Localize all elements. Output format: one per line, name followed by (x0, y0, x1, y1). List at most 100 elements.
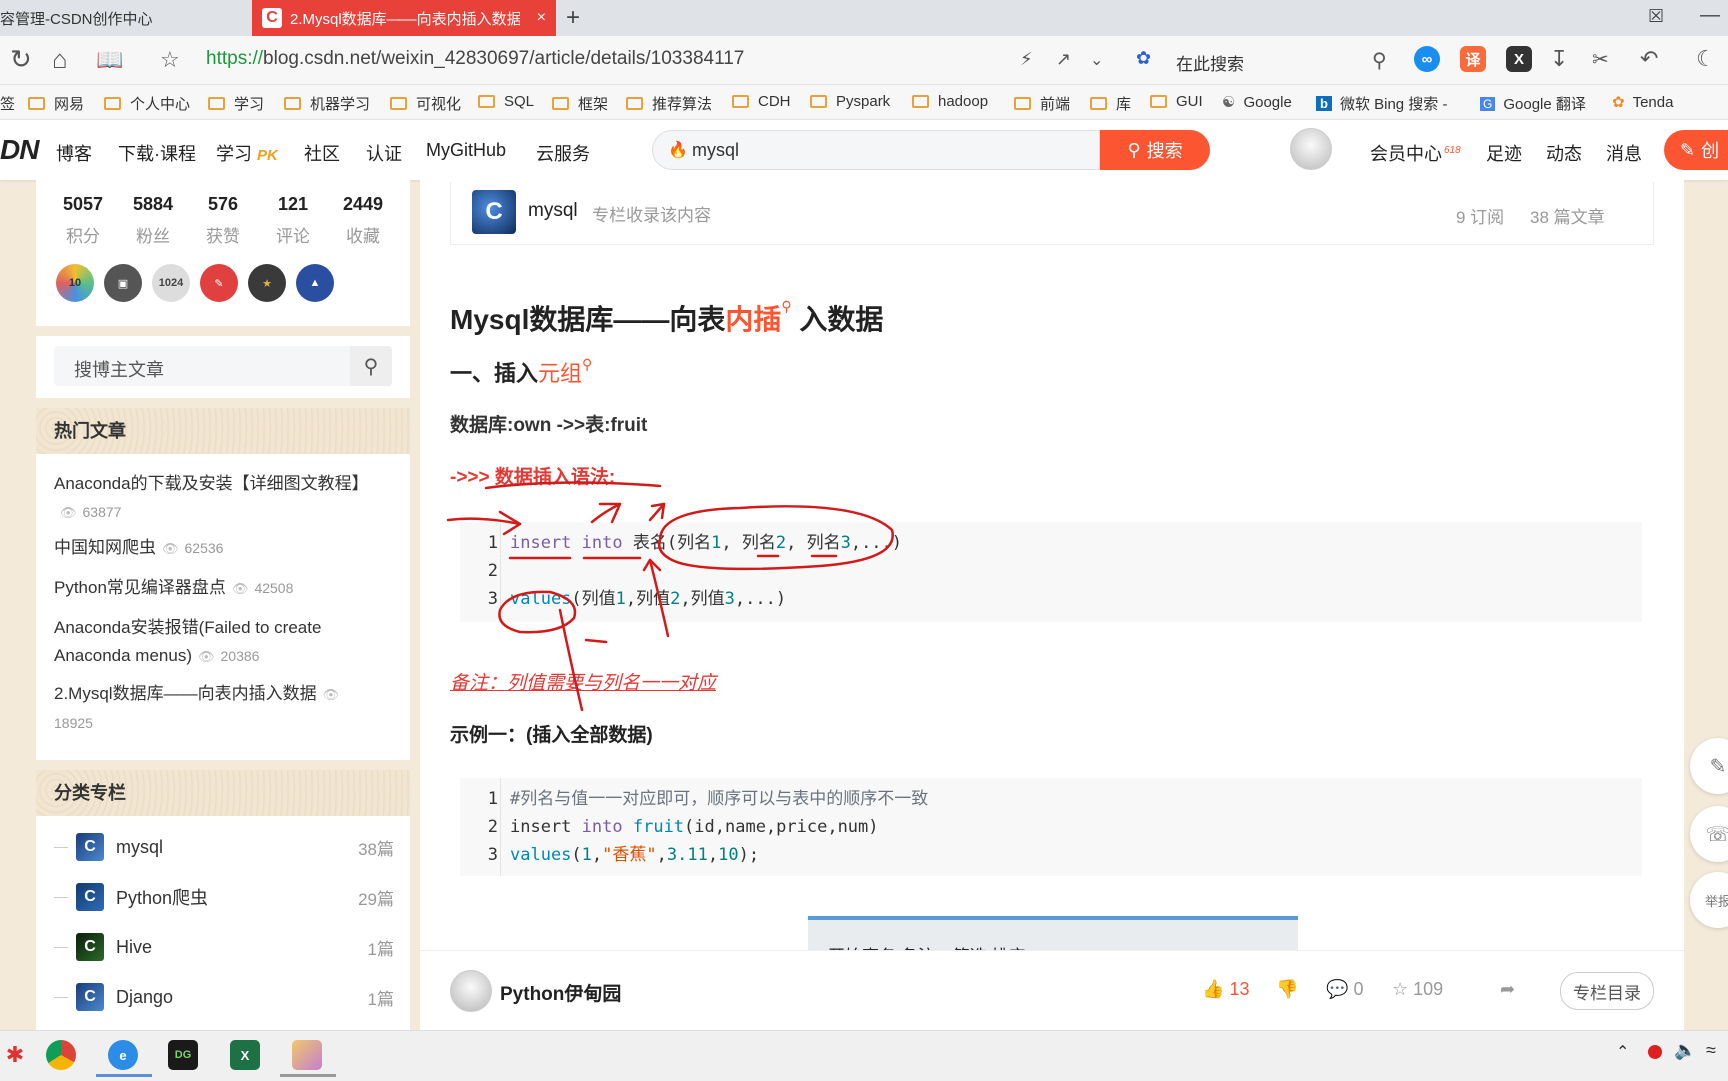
author-name[interactable]: Python伊甸园 (500, 979, 621, 1006)
stat-favorites[interactable]: 2449 收藏 (328, 194, 398, 247)
badge-medal-icon[interactable]: ★ (248, 264, 286, 302)
nav-vip-center[interactable]: 会员中心 618 (1370, 140, 1461, 166)
bookmark-frontend[interactable]: 前端 (1014, 93, 1070, 114)
nav-cloud[interactable]: 云服务 (536, 140, 590, 166)
moon-icon[interactable]: ☾ (1696, 46, 1716, 72)
bookmark-netease[interactable]: 网易 (28, 93, 84, 114)
hot-article-item[interactable]: Anaconda安装报错(Failed to create Anaconda m… (54, 614, 344, 671)
badge-10-years-icon[interactable]: 10 (56, 264, 94, 302)
badge-rocket-icon[interactable]: ▲ (296, 264, 334, 302)
favorite-button[interactable]: ☆ 109 (1392, 979, 1443, 1000)
excel-icon[interactable]: X (230, 1040, 260, 1070)
search-icon[interactable]: ⚲ (1372, 48, 1387, 73)
scissors-icon[interactable]: ✂ (1592, 47, 1609, 72)
close-tab-icon[interactable]: × (537, 9, 546, 27)
nav-blog[interactable]: 博客 (56, 140, 92, 166)
tab-csdn-creator[interactable]: 容管理-CSDN创作中心 (0, 0, 250, 36)
csdn-logo[interactable]: DN (0, 134, 39, 166)
nav-certification[interactable]: 认证 (366, 140, 402, 166)
bookmark-personal[interactable]: 个人中心 (104, 93, 190, 114)
nav-learn[interactable]: 学习 PK (216, 140, 278, 166)
column-item-mysql[interactable]: C mysql 38篇 (54, 832, 394, 862)
reload-icon[interactable]: ↻ (10, 44, 32, 75)
badge-1024-icon[interactable]: 1024 (152, 264, 190, 302)
badge-hexagon-icon[interactable]: ▣ (104, 264, 142, 302)
stat-points[interactable]: 5057 积分 (48, 194, 118, 247)
sidebar-search-button[interactable]: ⚲ (350, 346, 392, 386)
code-block-example[interactable]: 1 #列名与值一一对应即可，顺序可以与表中的顺序不一致 2 insert into … (460, 778, 1642, 876)
bookmark-viz[interactable]: 可视化 (390, 93, 461, 114)
nav-dynamic[interactable]: 动态 (1546, 140, 1582, 166)
stat-likes[interactable]: 576 获赞 (188, 194, 258, 247)
image-viewer-icon[interactable] (292, 1040, 322, 1070)
nav-mygithub[interactable]: MyGitHub (426, 140, 506, 161)
hot-article-item[interactable]: Anaconda的下载及安装【详细图文教程】 👁 63877 (54, 470, 394, 527)
create-button[interactable]: ✎ 创 (1664, 130, 1728, 170)
badge-pen-icon[interactable]: ✎ (200, 264, 238, 302)
reader-icon[interactable]: 📖 (96, 47, 123, 73)
column-item-django[interactable]: C Django 1篇 (54, 982, 394, 1012)
bookmark-framework[interactable]: 框架 (552, 93, 608, 114)
comment-button[interactable]: 💬 0 (1326, 979, 1363, 1000)
home-icon[interactable]: ⌂ (52, 44, 68, 75)
report-float-button[interactable]: 举报 (1690, 872, 1728, 928)
hot-article-item[interactable]: 中国知网爬虫 👁 62536 (54, 534, 394, 563)
nav-download-course[interactable]: 下载·课程 (118, 140, 196, 166)
column-item-hive[interactable]: C Hive 1篇 (54, 932, 394, 962)
bookmark-study[interactable]: 学习 (208, 93, 264, 114)
code-block-syntax[interactable]: 1 insert into 表名(列名1, 列名2, 列名3,...) 2 3 va… (460, 522, 1642, 622)
share-icon[interactable]: ↗ (1056, 49, 1071, 70)
hot-article-item[interactable]: Python常见编译器盘点 👁 42508 (54, 574, 394, 603)
nav-community[interactable]: 社区 (304, 140, 340, 166)
search-keyword-icon[interactable]: ⚲ (781, 298, 791, 314)
new-tab-button[interactable]: + (566, 4, 580, 32)
like-button[interactable]: 👍 13 (1202, 979, 1249, 1000)
wifi-icon[interactable]: ≈ (1706, 1040, 1716, 1061)
datagrip-icon[interactable]: DG (168, 1040, 198, 1070)
browser-app-icon[interactable]: e (108, 1040, 138, 1070)
stat-comments[interactable]: 121 评论 (258, 194, 328, 247)
translate-icon[interactable]: 译 (1460, 46, 1486, 72)
support-float-button[interactable]: ☏ (1690, 806, 1728, 862)
dislike-button[interactable]: 👎 (1276, 979, 1298, 1000)
undo-icon[interactable]: ↶ (1640, 46, 1658, 72)
lightning-icon[interactable]: ⚡ (1020, 49, 1033, 70)
search-keyword-icon[interactable]: ⚲ (582, 356, 592, 372)
chevron-down-icon[interactable]: ⌄ (1090, 50, 1103, 70)
header-search-button[interactable]: ⚲ 搜索 (1100, 130, 1210, 170)
bookmark-bing[interactable]: b 微软 Bing 搜索 - (1316, 93, 1447, 114)
nav-messages[interactable]: 消息 (1606, 140, 1642, 166)
bookmark-cdh[interactable]: CDH (732, 93, 791, 110)
app-icon[interactable]: ✱ (0, 1040, 30, 1070)
record-icon[interactable] (1648, 1045, 1662, 1059)
nav-footprint[interactable]: 足迹 (1486, 140, 1522, 166)
column-toc-button[interactable]: 专栏目录 (1560, 972, 1654, 1010)
stat-fans[interactable]: 5884 粉丝 (118, 194, 188, 247)
infinity-ext-icon[interactable]: ∞ (1414, 46, 1440, 72)
column-name[interactable]: mysql (528, 200, 578, 222)
avatar[interactable] (1290, 128, 1332, 170)
bookmark-sql[interactable]: SQL (478, 93, 534, 110)
browser-search-input[interactable]: 在此搜索 (1176, 50, 1244, 75)
bookmark-recsys[interactable]: 推荐算法 (626, 93, 712, 114)
bookmark-pyspark[interactable]: Pyspark (810, 93, 890, 110)
baidu-paw-icon[interactable]: ✿ (1136, 48, 1151, 69)
skin-icon[interactable]: ☒ (1648, 6, 1664, 27)
x-ext-icon[interactable]: X (1506, 46, 1532, 72)
download-icon[interactable]: ↧ (1550, 46, 1568, 72)
volume-icon[interactable]: 🔈 (1674, 1040, 1696, 1061)
bookmark-gui[interactable]: GUI (1150, 93, 1203, 110)
tray-chevron-icon[interactable]: ⌃ (1616, 1042, 1629, 1062)
bookmark-google-translate[interactable]: G Google 翻译 (1480, 93, 1586, 114)
hot-article-item[interactable]: 2.Mysql数据库——向表内插入数据 👁 18925 (54, 680, 394, 737)
bookmark-tenda[interactable]: ✿ Tenda (1612, 93, 1673, 112)
bookmark-ml[interactable]: 机器学习 (284, 93, 370, 114)
edit-float-button[interactable]: ✎ (1690, 738, 1728, 794)
tab-active-article[interactable]: C 2.Mysql数据库——向表内插入数据 × (252, 0, 556, 36)
share-button[interactable]: ➦ (1500, 979, 1515, 1000)
bookmark-fragment[interactable]: 签 (0, 93, 15, 114)
bookmark-lib[interactable]: 库 (1090, 93, 1131, 114)
keyword-link[interactable]: 元组 (538, 361, 582, 386)
url-field[interactable]: https://blog.csdn.net/weixin_42830697/ar… (206, 48, 744, 70)
keyword-link[interactable]: 内插 (725, 304, 781, 335)
